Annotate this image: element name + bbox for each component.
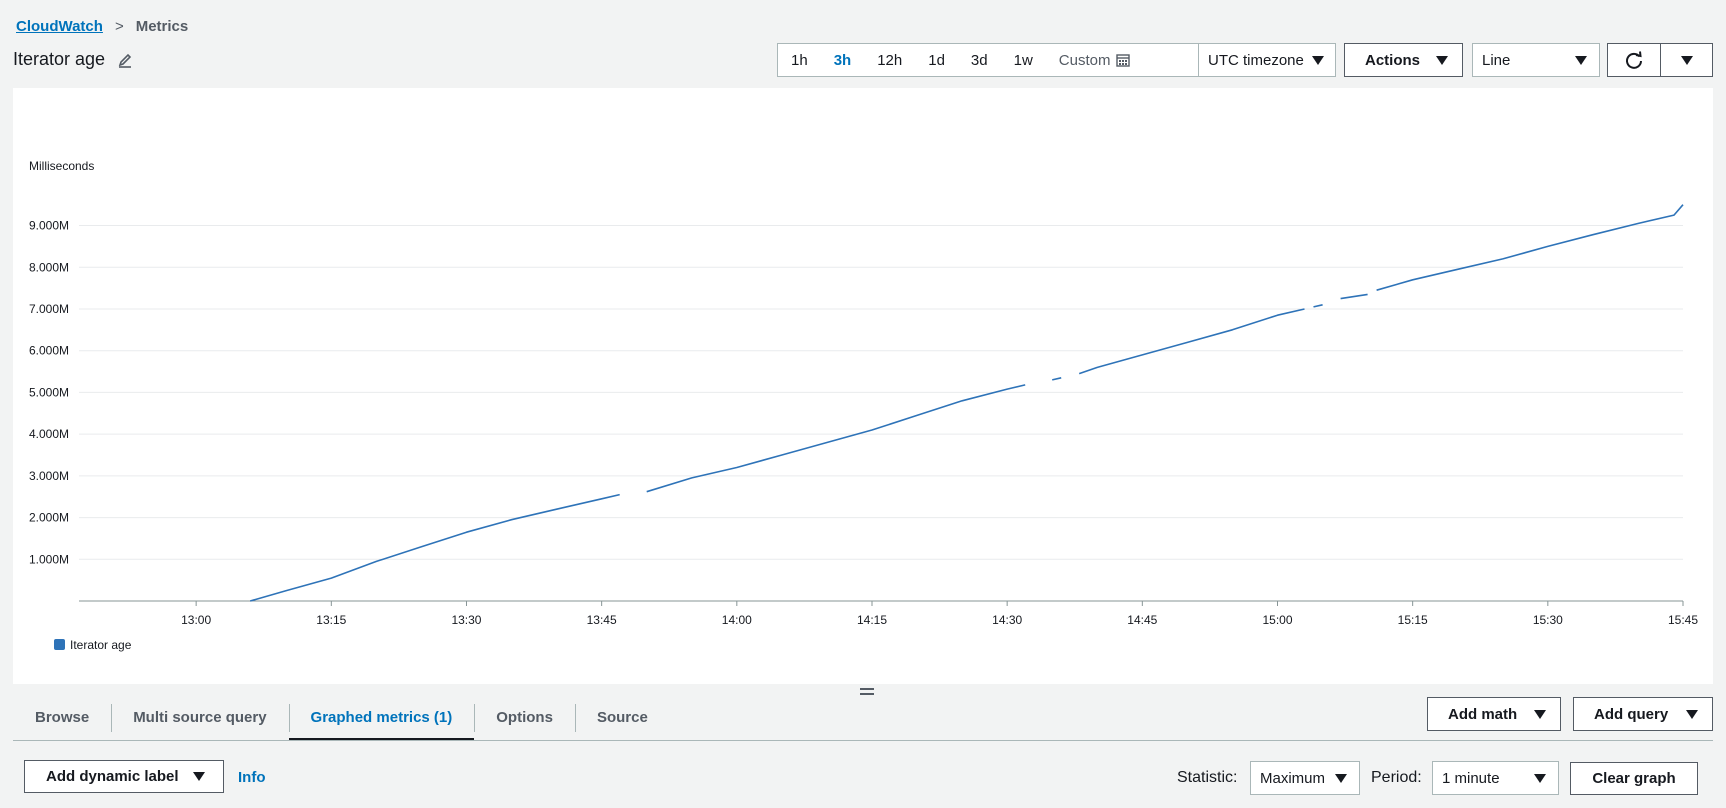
timezone-value: UTC timezone <box>1208 51 1304 69</box>
clear-graph-label: Clear graph <box>1592 770 1676 787</box>
x-tick-label: 15:15 <box>1398 613 1428 627</box>
tab-browse[interactable]: Browse <box>13 694 111 740</box>
chart-panel: Milliseconds 1.000M 2.000M 3.000M 4.000M 5.0… <box>13 88 1713 684</box>
caret-down-icon <box>1686 709 1698 719</box>
line-chart: Milliseconds 1.000M 2.000M 3.000M 4.000M 5.0… <box>29 159 1698 652</box>
x-tick-label: 14:00 <box>722 613 752 627</box>
breadcrumb-current: Metrics <box>135 18 189 35</box>
time-range-1w[interactable]: 1w <box>1001 44 1046 76</box>
title-row: Iterator age <box>13 49 133 70</box>
refresh-button[interactable] <box>1607 43 1661 77</box>
tabs-divider <box>13 740 1713 741</box>
add-query-label: Add query <box>1594 705 1669 723</box>
series-line-segment[interactable] <box>1052 377 1062 381</box>
y-tick-label: 5.000M <box>29 385 69 399</box>
add-query-button[interactable]: Add query <box>1573 697 1713 731</box>
x-tick-label: 13:45 <box>587 613 617 627</box>
x-tick-label: 15:45 <box>1668 613 1698 627</box>
tab-graphed-metrics[interactable]: Graphed metrics (1) <box>288 694 475 741</box>
y-tick-label: 9.000M <box>29 219 69 233</box>
tab-source[interactable]: Source <box>574 694 670 740</box>
y-axis-label: Milliseconds <box>29 159 94 173</box>
caret-down-icon <box>1534 709 1546 719</box>
x-tick-label: 15:00 <box>1262 613 1292 627</box>
statistic-value: Maximum <box>1260 769 1326 787</box>
series-line-segment[interactable] <box>249 493 620 602</box>
graph-type-value: Line <box>1482 51 1511 69</box>
time-range-1h[interactable]: 1h <box>778 44 821 76</box>
caret-down-icon <box>1680 55 1693 65</box>
actions-button[interactable]: Actions <box>1344 43 1463 77</box>
x-tick-label: 13:00 <box>181 613 211 627</box>
chevron-right-icon: > <box>114 18 124 35</box>
caret-down-icon <box>193 772 205 781</box>
graph-type-select[interactable]: Line <box>1472 43 1600 77</box>
y-tick-label: 7.000M <box>29 302 69 316</box>
pencil-icon[interactable] <box>117 52 133 68</box>
panel-resize-handle[interactable] <box>860 688 874 698</box>
time-range-3h[interactable]: 3h <box>821 44 865 76</box>
calendar-icon[interactable] <box>1116 53 1131 67</box>
actions-label: Actions <box>1365 51 1421 69</box>
caret-down-icon <box>1335 773 1347 783</box>
caret-down-icon <box>1534 773 1546 783</box>
x-tick-label: 14:45 <box>1127 613 1157 627</box>
add-math-button[interactable]: Add math <box>1427 697 1561 731</box>
x-tick-label: 14:30 <box>992 613 1022 627</box>
add-dynamic-label-button[interactable]: Add dynamic label <box>24 760 224 793</box>
caret-down-icon <box>1436 55 1448 65</box>
period-select[interactable]: 1 minute <box>1432 761 1559 795</box>
page-title: Iterator age <box>13 49 106 69</box>
info-link[interactable]: Info <box>238 769 266 786</box>
add-math-label: Add math <box>1448 705 1518 723</box>
y-tick-label: 6.000M <box>29 344 69 358</box>
series-line-segment[interactable] <box>1078 308 1305 375</box>
breadcrumb-cloudwatch-link[interactable]: CloudWatch <box>16 18 103 35</box>
time-range-custom[interactable]: Custom <box>1046 44 1117 76</box>
tab-multi-source-query[interactable]: Multi source query <box>111 694 288 740</box>
x-tick-label: 13:30 <box>451 613 481 627</box>
breadcrumb: CloudWatch > Metrics <box>16 18 188 35</box>
add-dynamic-label-text: Add dynamic label <box>46 768 179 785</box>
y-tick-label: 1.000M <box>29 552 69 566</box>
caret-down-icon <box>1312 55 1324 65</box>
legend-swatch[interactable] <box>54 639 65 650</box>
period-label: Period: <box>1371 769 1422 786</box>
x-tick-label: 14:15 <box>857 613 887 627</box>
series-line-segment[interactable] <box>1376 204 1684 291</box>
y-tick-label: 3.000M <box>29 469 69 483</box>
cloudwatch-metrics-page: CloudWatch > Metrics Iterator age 1h 3h … <box>0 0 1726 808</box>
legend-label[interactable]: Iterator age <box>70 638 132 652</box>
time-range-1d[interactable]: 1d <box>915 44 958 76</box>
tab-bar: Browse Multi source query Graphed metric… <box>13 694 670 741</box>
statistic-select[interactable]: Maximum <box>1250 761 1360 795</box>
time-range-3d[interactable]: 3d <box>958 44 1001 76</box>
tab-options[interactable]: Options <box>474 694 575 740</box>
refresh-options-button[interactable] <box>1660 43 1713 77</box>
clear-graph-button[interactable]: Clear graph <box>1570 762 1698 795</box>
caret-down-icon <box>1575 55 1587 65</box>
series-line-segment[interactable] <box>1313 304 1323 308</box>
time-range-selector: 1h 3h 12h 1d 3d 1w Custom <box>777 43 1199 77</box>
period-value: 1 minute <box>1442 769 1500 787</box>
y-tick-label: 2.000M <box>29 511 69 525</box>
timezone-select[interactable]: UTC timezone <box>1198 43 1336 77</box>
statistic-label: Statistic: <box>1177 769 1238 786</box>
series-line-segment[interactable] <box>1340 293 1368 300</box>
time-range-12h[interactable]: 12h <box>864 44 915 76</box>
x-tick-label: 13:15 <box>316 613 346 627</box>
x-tick-label: 15:30 <box>1533 613 1563 627</box>
refresh-icon <box>1626 51 1642 69</box>
y-tick-label: 8.000M <box>29 260 69 274</box>
y-tick-label: 4.000M <box>29 427 69 441</box>
